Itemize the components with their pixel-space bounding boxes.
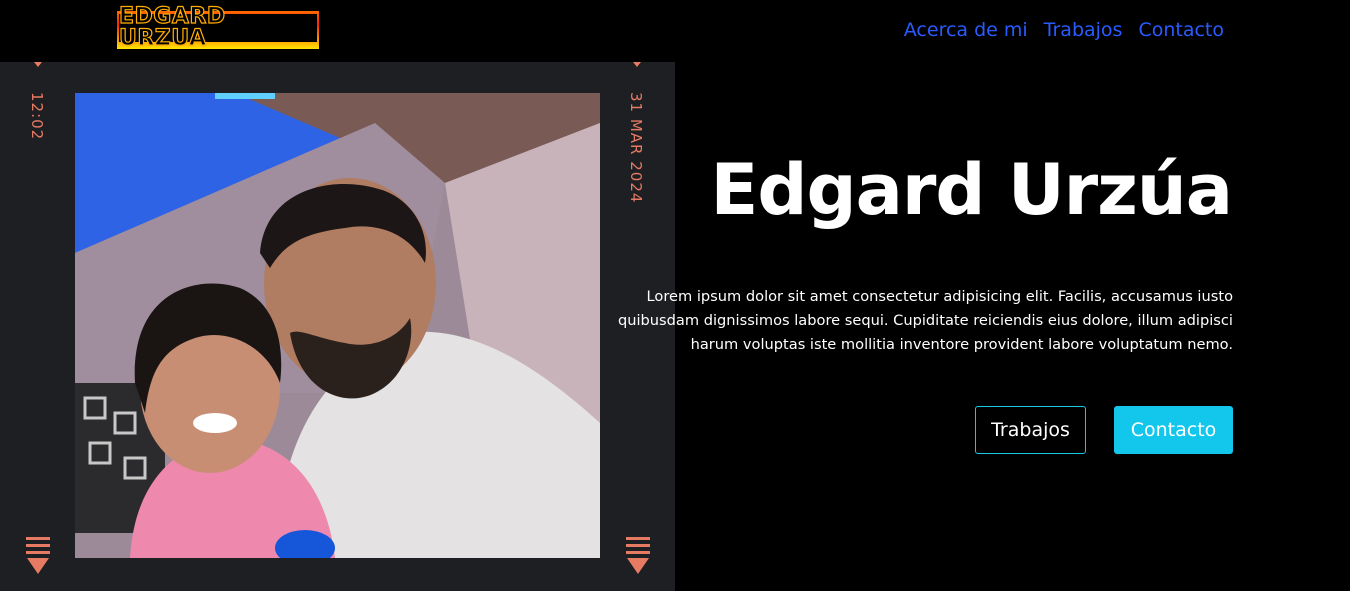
hero-title: Edgard Urzúa (710, 149, 1233, 231)
nav-link-contact[interactable]: Contacto (1138, 17, 1224, 43)
frame-time: 12:02 (28, 92, 46, 141)
frame-menu-right (626, 537, 650, 574)
main-nav: Acerca de mi Trabajos Contacto (904, 17, 1224, 43)
site-logo[interactable]: EDGARD URZUA (117, 5, 319, 50)
page: EDGARD URZUA Acerca de mi Trabajos Conta… (0, 0, 1350, 591)
site-header: EDGARD URZUA Acerca de mi Trabajos Conta… (0, 0, 1350, 62)
site-logo-text: EDGARD URZUA (118, 4, 226, 51)
nav-link-about[interactable]: Acerca de mi (904, 17, 1028, 43)
site-logo-inner: EDGARD URZUA (118, 5, 317, 50)
nav-link-works[interactable]: Trabajos (1044, 17, 1123, 43)
contact-button[interactable]: Contacto (1114, 406, 1233, 454)
profile-photo-illustration (75, 93, 600, 558)
hero-description: Lorem ipsum dolor sit amet consectetur a… (617, 288, 1233, 353)
frame-notch-right (633, 62, 641, 67)
frame-notch-left (34, 62, 42, 67)
works-button[interactable]: Trabajos (975, 406, 1086, 454)
frame-date: 31 MAR 2024 (627, 92, 645, 204)
profile-photo (75, 93, 600, 558)
frame-menu-left (26, 537, 50, 574)
photo-frame: 12:02 31 MAR 2024 (0, 62, 675, 591)
